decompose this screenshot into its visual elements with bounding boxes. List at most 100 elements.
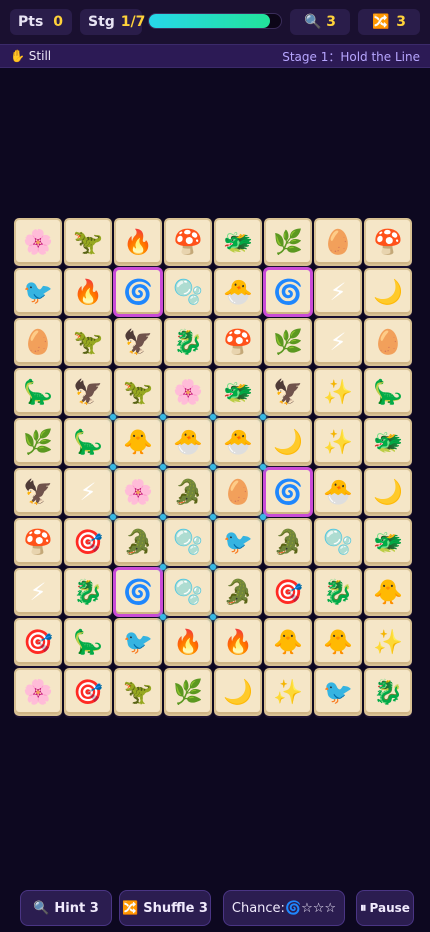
tile[interactable]: 🦅	[64, 368, 112, 416]
tile[interactable]: 🎯	[14, 618, 62, 666]
tile[interactable]: 🫧	[164, 268, 212, 316]
tile[interactable]: 🎯	[64, 668, 112, 716]
tile[interactable]: 🐣	[214, 268, 262, 316]
tile[interactable]: 🐣	[164, 418, 212, 466]
tile[interactable]: 🐦	[14, 268, 62, 316]
path-dot	[160, 564, 166, 570]
tile[interactable]: 🌸	[114, 468, 162, 516]
tile[interactable]: 🦕	[64, 618, 112, 666]
tile[interactable]: 🌙	[214, 668, 262, 716]
tile[interactable]: 🎯	[64, 518, 112, 566]
tile[interactable]: 🌀	[114, 568, 162, 616]
tile[interactable]: 🔥	[114, 218, 162, 266]
tile[interactable]: 🦅	[264, 368, 312, 416]
tile[interactable]: 🐊	[264, 518, 312, 566]
shuffle-button[interactable]: 🔀 Shuffle 3	[119, 890, 211, 926]
tile[interactable]: 🐉	[314, 568, 362, 616]
chance-button[interactable]: Chance:🌀☆☆☆	[223, 890, 345, 926]
tile[interactable]: 🌙	[364, 468, 412, 516]
tile[interactable]: 🐲	[214, 368, 262, 416]
tile[interactable]: 🌿	[264, 318, 312, 366]
control-bar: 🔍 Hint 3 🔀 Shuffle 3 Chance:🌀☆☆☆ ⏸ Pause	[0, 882, 430, 932]
tile[interactable]: 🦖	[114, 368, 162, 416]
tile[interactable]: 🌸	[14, 218, 62, 266]
tile[interactable]: 🦖	[64, 318, 112, 366]
tile[interactable]: 🐉	[164, 318, 212, 366]
tile[interactable]: 🥚	[314, 218, 362, 266]
stage-progress-bar	[148, 13, 282, 29]
tile[interactable]: 🐦	[214, 518, 262, 566]
tile[interactable]: ✨	[314, 418, 362, 466]
tile[interactable]: 🫧	[164, 568, 212, 616]
tile[interactable]: 🦕	[364, 368, 412, 416]
path-dot	[160, 614, 166, 620]
tile[interactable]: 🌀	[114, 268, 162, 316]
tile[interactable]: 🐲	[364, 418, 412, 466]
tile[interactable]: ✨	[364, 618, 412, 666]
tile[interactable]: ⚡	[64, 468, 112, 516]
tile[interactable]: 🥚	[14, 318, 62, 366]
tile[interactable]: 🌙	[264, 418, 312, 466]
tile[interactable]: ✨	[264, 668, 312, 716]
state-indicator: ✋ Still	[10, 49, 51, 63]
tile[interactable]: 🐥	[314, 618, 362, 666]
tile[interactable]: 🦕	[14, 368, 62, 416]
tile[interactable]: 🦖	[64, 218, 112, 266]
tile[interactable]: 🐥	[364, 568, 412, 616]
tile[interactable]: ⚡	[314, 318, 362, 366]
tile[interactable]: 🍄	[214, 318, 262, 366]
tile[interactable]: 🐲	[364, 518, 412, 566]
tile[interactable]: 🌿	[264, 218, 312, 266]
pause-button[interactable]: ⏸ Pause	[356, 890, 414, 926]
tile[interactable]: 🌀	[264, 468, 312, 516]
tile[interactable]: 🐥	[114, 418, 162, 466]
tile[interactable]: 🐉	[364, 668, 412, 716]
tile[interactable]: ⚡	[314, 268, 362, 316]
tile[interactable]: 🌿	[14, 418, 62, 466]
tile[interactable]: 🌸	[14, 668, 62, 716]
tile[interactable]: 🔥	[164, 618, 212, 666]
tile[interactable]: 🌀	[264, 268, 312, 316]
pause-icon: ⏸	[360, 900, 367, 916]
tile[interactable]: 🫧	[314, 518, 362, 566]
tile[interactable]: 🐊	[214, 568, 262, 616]
tile[interactable]: 🔥	[214, 618, 262, 666]
tile[interactable]: 🌸	[164, 368, 212, 416]
tile[interactable]: 🥚	[364, 318, 412, 366]
stage-title: Stage 1：Hold the Line	[282, 49, 420, 64]
path-dot	[160, 514, 166, 520]
chance-label: Chance:🌀☆☆☆	[231, 900, 337, 916]
tile[interactable]: 🐦	[114, 618, 162, 666]
shuffle-button-label: Shuffle 3	[143, 900, 208, 916]
tile[interactable]: 🦅	[14, 468, 62, 516]
tile[interactable]: 🦖	[114, 668, 162, 716]
state-text: Still	[28, 49, 52, 63]
tile[interactable]: 🥚	[214, 468, 262, 516]
status-bar: ✋ Still Stage 1：Hold the Line	[0, 44, 430, 68]
pause-button-label: Pause	[369, 901, 410, 915]
tile[interactable]: 🐥	[264, 618, 312, 666]
tile[interactable]: 🐉	[64, 568, 112, 616]
path-dot	[110, 414, 116, 420]
path-dot	[260, 514, 266, 520]
tile[interactable]: 🐊	[164, 468, 212, 516]
tile[interactable]: 🍄	[14, 518, 62, 566]
tile[interactable]: 🎯	[264, 568, 312, 616]
hint-button[interactable]: 🔍 Hint 3	[20, 890, 112, 926]
tile[interactable]: 🐣	[214, 418, 262, 466]
tile[interactable]: 🐊	[114, 518, 162, 566]
tile[interactable]: 🌿	[164, 668, 212, 716]
tile[interactable]: 🦕	[64, 418, 112, 466]
tile[interactable]: ⚡	[14, 568, 62, 616]
tile[interactable]: 🍄	[364, 218, 412, 266]
tile[interactable]: 🔥	[64, 268, 112, 316]
tile[interactable]: 🍄	[164, 218, 212, 266]
tile[interactable]: 🐣	[314, 468, 362, 516]
path-dot	[160, 464, 166, 470]
tile[interactable]: 🦅	[114, 318, 162, 366]
tile[interactable]: 🫧	[164, 518, 212, 566]
tile[interactable]: 🐲	[214, 218, 262, 266]
tile[interactable]: 🌙	[364, 268, 412, 316]
tile[interactable]: 🐦	[314, 668, 362, 716]
tile[interactable]: ✨	[314, 368, 362, 416]
